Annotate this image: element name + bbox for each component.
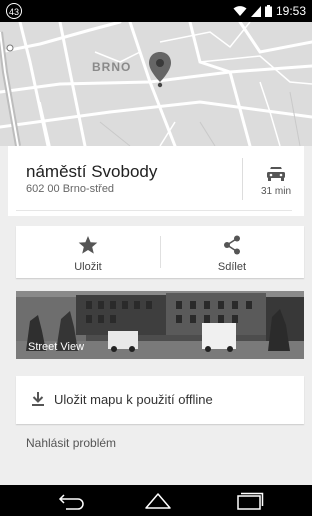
- header-bottom-divider: [16, 210, 292, 211]
- save-button[interactable]: Uložit: [16, 226, 160, 278]
- drive-time: 31 min: [260, 186, 291, 197]
- wifi-icon: [233, 5, 247, 17]
- recents-button[interactable]: [220, 485, 280, 516]
- map-view[interactable]: BRNO: [0, 22, 312, 146]
- place-title: náměstí Svobody: [26, 162, 158, 181]
- signal-icon: [250, 5, 261, 17]
- street-view-card[interactable]: Street View: [16, 291, 304, 359]
- place-header-card[interactable]: náměstí Svobody 602 00 Brno-střed 31 min: [8, 146, 304, 216]
- actions-card: Uložit Sdílet: [16, 226, 304, 278]
- share-label: Sdílet: [217, 261, 247, 273]
- save-offline-map-button[interactable]: Uložit mapu k použití offline: [16, 376, 304, 424]
- share-button[interactable]: Sdílet: [160, 226, 304, 278]
- status-bar: 43 19:53: [0, 0, 312, 22]
- back-icon: [58, 494, 84, 510]
- status-time: 19:53: [275, 4, 306, 18]
- battery-icon: [264, 5, 272, 17]
- status-icons: 19:53: [233, 0, 306, 22]
- car-icon: [266, 166, 286, 186]
- star-icon: [78, 236, 98, 254]
- place-address: 602 00 Brno-střed: [26, 183, 115, 195]
- home-button[interactable]: [128, 485, 188, 516]
- street-view-label: Street View: [28, 341, 85, 353]
- back-button[interactable]: [42, 485, 102, 516]
- home-icon: [145, 493, 171, 509]
- directions-button[interactable]: 31 min: [248, 154, 304, 206]
- recents-icon: [237, 492, 264, 510]
- report-problem-link[interactable]: Nahlásit problém: [26, 436, 116, 450]
- header-divider: [242, 158, 243, 200]
- save-label: Uložit: [74, 261, 102, 273]
- map-city-label: BRNO: [92, 60, 132, 74]
- share-icon: [224, 235, 240, 255]
- save-offline-map-label: Uložit mapu k použití offline: [54, 392, 213, 407]
- download-icon: [32, 392, 44, 406]
- place-sheet: náměstí Svobody 602 00 Brno-střed 31 min: [0, 146, 312, 485]
- notification-count-badge: 43: [6, 3, 22, 19]
- navigation-bar: [0, 485, 312, 516]
